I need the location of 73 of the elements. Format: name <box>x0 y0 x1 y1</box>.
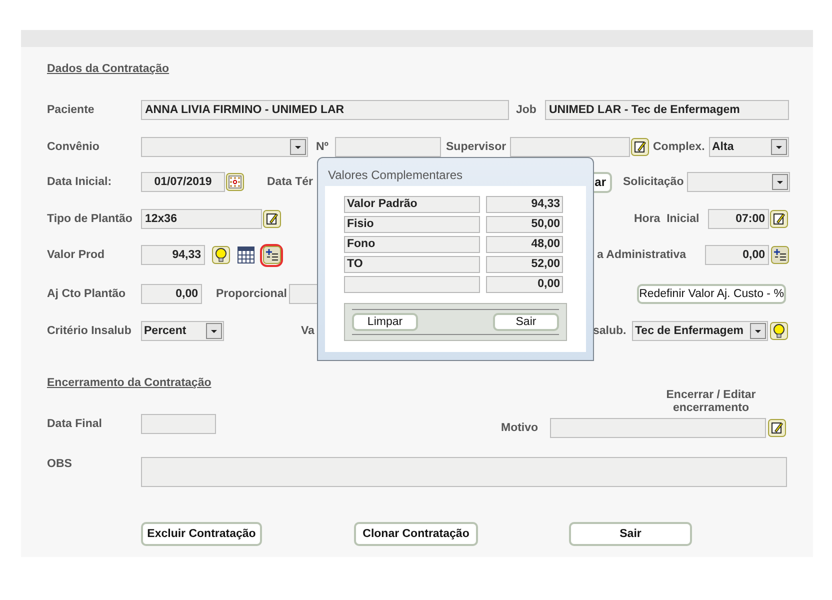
dialog-title: Valores Complementares <box>328 168 463 182</box>
field-label: OBS <box>47 458 73 470</box>
field-label: Hora Inicial <box>634 213 700 225</box>
insalubrity-dropdown[interactable]: Tec de Enfermagem <box>632 321 768 341</box>
value-cell: 50,00 <box>486 216 563 233</box>
field-label: Proporcional <box>216 288 288 300</box>
field-label: Paciente <box>47 104 96 116</box>
shift-type-field[interactable]: 12x36 <box>141 209 262 229</box>
field-label: Nº <box>316 141 330 153</box>
field-label: Convênio <box>47 141 100 153</box>
field-label: Data Final <box>47 418 103 430</box>
value-cell: 48,00 <box>486 236 563 253</box>
dialog-button[interactable]: Limpar <box>352 313 418 331</box>
value-cell: 0,00 <box>486 276 563 293</box>
field-label: Job <box>516 104 538 116</box>
field-label: Critério Insalub <box>47 325 132 337</box>
field-label: Valor Prod <box>47 249 106 261</box>
complexity-dropdown[interactable]: Alta <box>709 137 789 157</box>
action-button[interactable]: Sair <box>569 522 692 546</box>
caret-icon <box>772 174 788 190</box>
section-title: Dados da Contratação <box>47 63 170 77</box>
action-button[interactable]: Excluir Contratação <box>141 522 262 546</box>
lightbulb-icon[interactable] <box>212 246 230 264</box>
value-label-cell: Valor Padrão <box>344 196 480 213</box>
caret-icon <box>750 323 766 339</box>
request-dropdown[interactable] <box>687 172 790 192</box>
cost-adjust-field[interactable]: 0,00 <box>141 284 202 304</box>
caret-icon <box>206 323 222 339</box>
convenio-dropdown[interactable] <box>141 137 308 157</box>
field-label: Va <box>301 325 316 337</box>
section-title: Encerramento da Contratação <box>47 377 212 391</box>
field-label: Aj Cto Plantão <box>47 288 127 300</box>
criterion-dropdown[interactable]: Percent <box>141 321 224 341</box>
patient-field[interactable]: ANNA LIVIA FIRMINO - UNIMED LAR <box>141 100 509 120</box>
close-edit-label: Encerrar / Editar encerramento <box>665 389 757 415</box>
field-label: Data Tér <box>267 176 314 188</box>
caret-icon <box>771 139 787 155</box>
end-date-field[interactable] <box>141 414 216 434</box>
field-label: salub. <box>593 325 628 337</box>
value-label-cell: TO <box>344 256 480 273</box>
add-list-icon[interactable] <box>260 244 283 266</box>
fee-field[interactable]: 0,00 <box>705 245 769 265</box>
add-list-icon[interactable] <box>771 246 789 264</box>
job-field[interactable]: UNIMED LAR - Tec de Enfermagem <box>545 100 789 120</box>
caret-icon <box>290 139 306 155</box>
number-field[interactable] <box>335 137 441 157</box>
notes-field[interactable] <box>141 457 787 487</box>
calculator-icon[interactable] <box>237 246 255 264</box>
calendar-icon[interactable] <box>226 173 244 191</box>
reset-cost-button[interactable]: Redefinir Valor Aj. Custo - % <box>637 284 786 304</box>
date-field[interactable]: 01/07/2019 <box>141 172 225 192</box>
field-label: Motivo <box>501 422 540 434</box>
edit-icon[interactable] <box>768 419 786 437</box>
supervisor-field[interactable] <box>510 137 630 157</box>
value-cell: 52,00 <box>486 256 563 273</box>
field-label: Complex. <box>653 141 706 153</box>
edit-icon[interactable] <box>770 210 788 228</box>
field-label: Tipo de Plantão <box>47 213 134 225</box>
value-label-cell: Fono <box>344 236 480 253</box>
lightbulb-icon[interactable] <box>770 322 788 340</box>
reason-field[interactable] <box>550 418 766 438</box>
field-label: a Administrativa <box>597 249 688 261</box>
field-label: Data Inicial: <box>47 176 113 188</box>
value-cell: 94,33 <box>486 196 563 213</box>
action-button[interactable]: Clonar Contratação <box>354 522 478 546</box>
value-label-cell: Fisio <box>344 216 480 233</box>
value-field[interactable]: 94,33 <box>141 245 205 265</box>
dialog-button[interactable]: Sair <box>493 313 559 331</box>
edit-icon[interactable] <box>263 210 281 228</box>
edit-icon[interactable] <box>631 138 649 156</box>
field-label: Solicitação <box>623 176 685 188</box>
start-time-field[interactable]: 07:00 <box>708 209 769 229</box>
field-label: Supervisor <box>446 141 508 153</box>
